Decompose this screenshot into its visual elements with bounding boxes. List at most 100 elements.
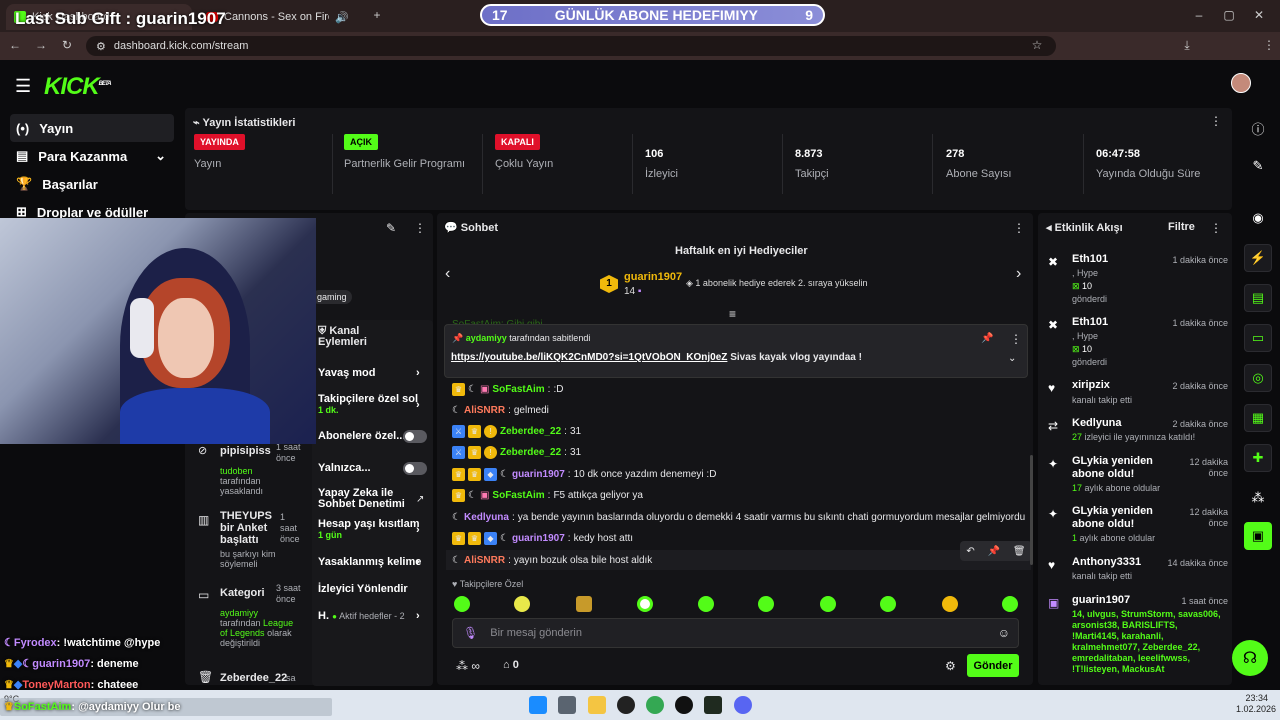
- chevron-right-icon[interactable]: ›: [1016, 265, 1021, 283]
- emote-10[interactable]: [1002, 596, 1018, 612]
- chat-message[interactable]: ⚔ ♛! Zeberdee_22: 31: [452, 422, 581, 440]
- emote-5[interactable]: [698, 596, 714, 612]
- maximize-button[interactable]: ▢: [1220, 6, 1238, 24]
- ai-moderation-action[interactable]: Yapay Zeka ile Sohbet Denetimi: [318, 488, 414, 510]
- pin-icon[interactable]: 📌: [988, 546, 1000, 557]
- emote-1[interactable]: [454, 596, 470, 612]
- emote-2[interactable]: [514, 596, 530, 612]
- banned-words-action[interactable]: Yasaklanmış kelime ›: [318, 556, 428, 568]
- chat-bubble-icon[interactable]: ▭: [1244, 324, 1272, 352]
- external-link-icon[interactable]: ↗: [416, 494, 424, 505]
- chat-message[interactable]: ♛ ♛ ◆ ☾ guarin1907: 10 dk once yazdım deneme…: [452, 465, 716, 483]
- chat-message[interactable]: ♛ ♛ ◆ ☾ guarin1907: kedy host attı: [452, 529, 633, 547]
- stream-info-menu-icon[interactable]: ⋮: [414, 221, 426, 235]
- chat-message[interactable]: ☾ Kedlyuna: ya bende yayının baslarında o…: [452, 508, 1025, 526]
- site-info-icon[interactable]: ⚙: [96, 40, 106, 53]
- pinned-menu-icon[interactable]: ⋮: [1010, 332, 1022, 346]
- chat-input[interactable]: 🎙 Bir mesaj gönderin ☺: [452, 618, 1019, 648]
- emote-3[interactable]: [576, 596, 592, 612]
- delete-icon[interactable]: 🗑: [1013, 546, 1026, 557]
- emote-9[interactable]: [942, 596, 958, 612]
- hamburger-menu-icon[interactable]: ☰: [15, 76, 31, 97]
- event-menu-icon[interactable]: ⋮: [1210, 221, 1222, 235]
- new-tab-button[interactable]: +: [368, 6, 386, 24]
- system-clock[interactable]: 23:34 1.02.2026: [1236, 693, 1276, 715]
- nodes-icon[interactable]: ⁂: [1244, 484, 1272, 512]
- emote-6[interactable]: [758, 596, 774, 612]
- url-bar[interactable]: ⚙ dashboard.kick.com/stream: [86, 36, 1056, 56]
- store-info[interactable]: ⌂ 0: [503, 659, 519, 671]
- crown-icon: ♛: [452, 488, 465, 502]
- poll-icon: ▥: [198, 513, 210, 527]
- chat-message[interactable]: ☾ AliSNRR: yayın bozuk olsa bile host ald…: [452, 551, 652, 569]
- obs-icon[interactable]: [617, 696, 635, 714]
- followers-only-action[interactable]: Takipçilere özel sol 1 dk. ›: [318, 393, 428, 415]
- reload-icon[interactable]: ↻: [58, 36, 76, 54]
- broadcast-rail-icon[interactable]: ◎: [1244, 364, 1272, 392]
- back-icon[interactable]: ←: [6, 36, 24, 54]
- tag-chip[interactable]: gaming: [312, 290, 352, 304]
- chevron-right-icon: ›: [416, 367, 420, 379]
- camera-icon[interactable]: ◉: [1244, 204, 1272, 232]
- bookmark-star-icon[interactable]: ☆: [1028, 36, 1046, 54]
- pinned-link[interactable]: https://youtube.be/liKQK2CnMD0?si=1QtVOb…: [451, 352, 727, 363]
- stat-value: 106: [645, 148, 664, 160]
- account-age-action[interactable]: Hesap yaşı kısıtlam 1 gün ›: [318, 518, 428, 540]
- app-icon[interactable]: ▣: [1244, 522, 1272, 550]
- emote-7[interactable]: [820, 596, 836, 612]
- chat-scrollbar[interactable]: [1030, 455, 1033, 565]
- layout-icon[interactable]: ▦: [1244, 404, 1272, 432]
- task-view-icon[interactable]: [558, 696, 576, 714]
- edit-stream-icon[interactable]: ✎: [386, 221, 396, 235]
- send-button[interactable]: Gönder: [967, 654, 1019, 677]
- message-actions: ↶ 📌 🗑: [960, 541, 1032, 561]
- unpin-icon[interactable]: 📌: [981, 333, 993, 344]
- chat-message[interactable]: ⚔ ♛! Zeberdee_22: 31: [452, 443, 581, 461]
- github-icon[interactable]: [675, 696, 693, 714]
- filter-button[interactable]: Filtre: [1168, 221, 1195, 233]
- sidebar-item-basarilar[interactable]: 🏆 Başarılar: [10, 170, 174, 198]
- discord-icon[interactable]: [734, 696, 752, 714]
- chat-settings-icon[interactable]: ⚙: [945, 659, 956, 673]
- slow-mode-action[interactable]: Yavaş mod ›: [318, 367, 428, 379]
- emote-8[interactable]: [880, 596, 896, 612]
- chat-menu-icon[interactable]: ⋮: [1013, 221, 1025, 235]
- broadcast-icon: (•): [16, 120, 30, 136]
- stats-menu-icon[interactable]: ⋮: [1210, 114, 1222, 128]
- microphone-icon[interactable]: 🎙: [463, 626, 478, 640]
- windows-start-icon[interactable]: [529, 696, 547, 714]
- info-icon[interactable]: ⓘ: [1244, 114, 1272, 142]
- emote-only-toggle[interactable]: [403, 462, 427, 475]
- goals-action[interactable]: H. ● Aktif hedefler - 2 ›: [318, 610, 428, 622]
- close-window-button[interactable]: ✕: [1250, 6, 1268, 24]
- terminal-icon[interactable]: [704, 696, 722, 714]
- forward-icon[interactable]: →: [32, 36, 50, 54]
- speaker-icon[interactable]: 🔊: [335, 11, 349, 24]
- viewer-redirect-action[interactable]: İzleyici Yönlendir: [318, 583, 428, 595]
- kick-logo[interactable]: KICKBETA: [44, 73, 112, 101]
- collapse-icon[interactable]: ≡: [729, 307, 736, 321]
- user-avatar[interactable]: [1231, 73, 1251, 93]
- emote-4[interactable]: [637, 596, 653, 612]
- points-icon[interactable]: ⁂ ∞: [456, 659, 480, 673]
- support-headset-icon[interactable]: ☊: [1232, 640, 1268, 676]
- minimize-button[interactable]: –: [1190, 6, 1208, 24]
- emoji-icon[interactable]: ☺: [998, 626, 1010, 640]
- wrench-icon[interactable]: ✚: [1244, 444, 1272, 472]
- document-icon[interactable]: ▤: [1244, 284, 1272, 312]
- reply-icon[interactable]: ↶: [966, 546, 974, 557]
- chevron-left-icon[interactable]: ‹: [445, 265, 450, 283]
- chat-message[interactable]: ☾ AliSNRR: gelmedi: [452, 401, 549, 419]
- edit-icon[interactable]: ✎: [1244, 152, 1272, 180]
- chrome-icon[interactable]: [646, 696, 664, 714]
- chat-message[interactable]: ♛ ☾ ▣ SoFastAim: F5 attıkça geliyor ya: [452, 486, 643, 504]
- chevron-down-icon[interactable]: ⌄: [1008, 353, 1016, 364]
- browser-menu-icon[interactable]: ⋮: [1260, 36, 1278, 54]
- download-icon[interactable]: ⤓: [1178, 36, 1196, 54]
- chat-message[interactable]: ♛ ☾ ▣ SoFastAim: :D: [452, 380, 563, 398]
- lightning-icon[interactable]: ⚡: [1244, 244, 1272, 272]
- file-explorer-icon[interactable]: [588, 696, 606, 714]
- subscribers-only-toggle[interactable]: [403, 430, 427, 443]
- sidebar-item-yayin[interactable]: (•) Yayın: [10, 114, 174, 142]
- sidebar-item-para-kazanma[interactable]: ▤ Para Kazanma ⌄: [10, 142, 174, 170]
